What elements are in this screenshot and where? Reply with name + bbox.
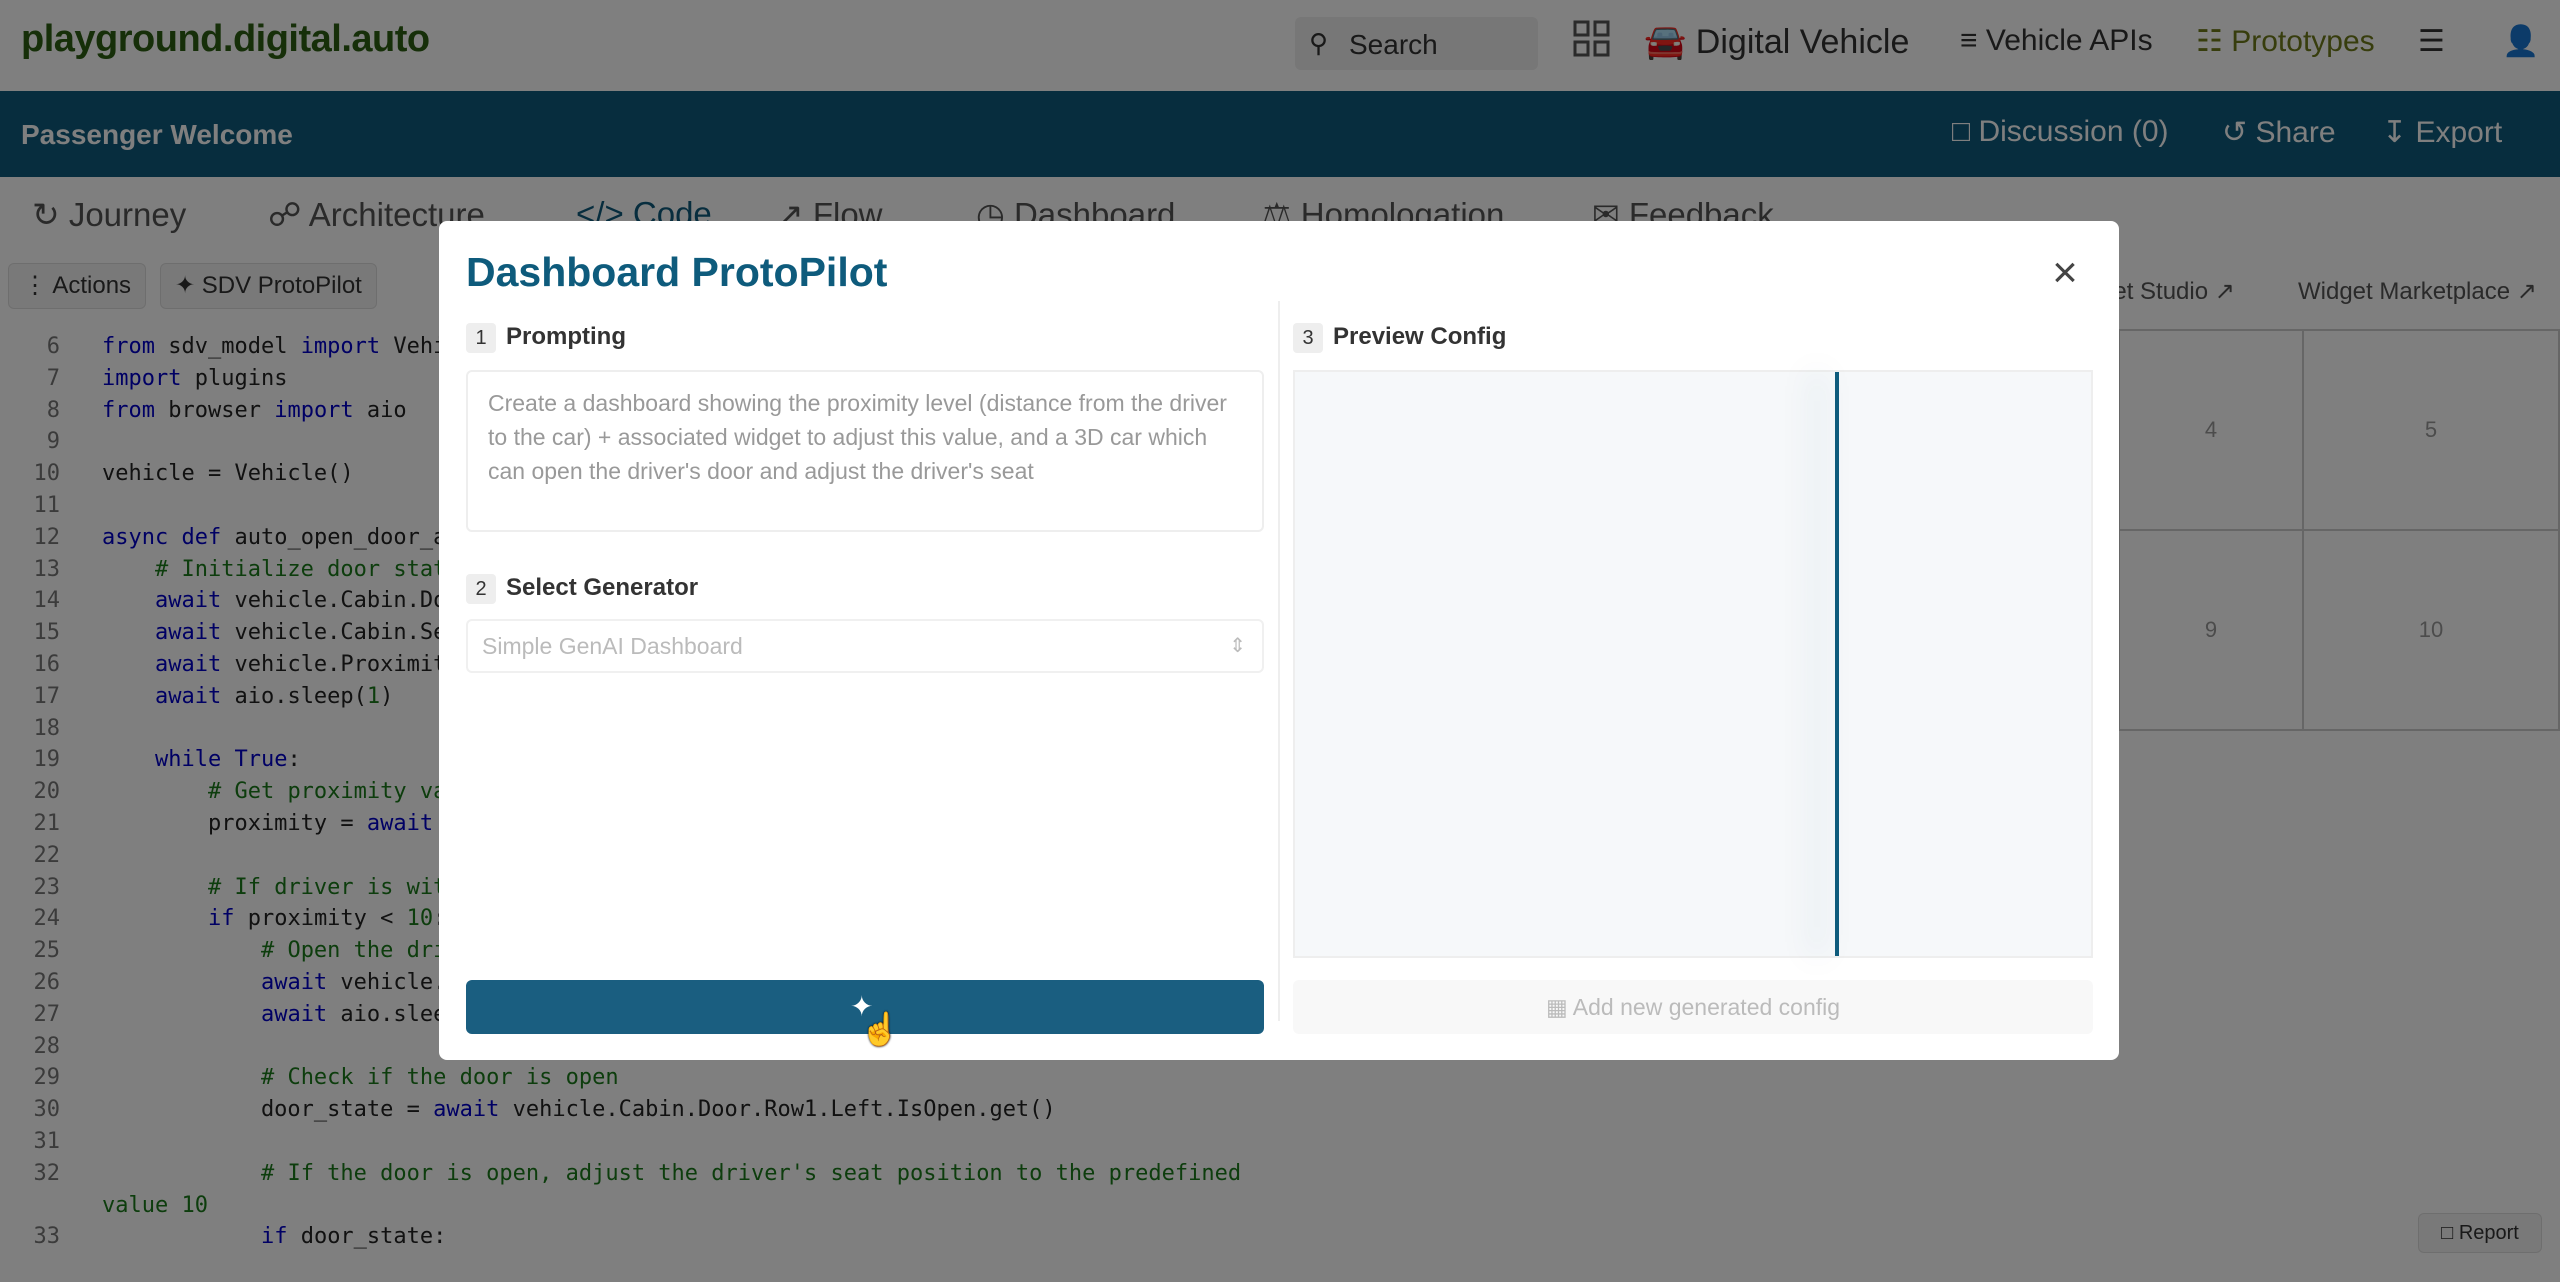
step-prompting-label: Prompting bbox=[506, 323, 626, 350]
add-widget-icon: ▦ bbox=[1545, 994, 1568, 1020]
step-preview-config: 3 Preview Config bbox=[1293, 323, 1506, 353]
column-divider bbox=[1278, 301, 1280, 1021]
step-number: 2 bbox=[466, 574, 496, 604]
pointer-cursor-icon: ☝ bbox=[860, 1011, 900, 1047]
prompt-textarea[interactable]: Create a dashboard showing the proximity… bbox=[466, 370, 1264, 532]
preview-config-area bbox=[1293, 370, 2093, 958]
close-icon[interactable]: × bbox=[2043, 251, 2087, 295]
step-preview-config-label: Preview Config bbox=[1333, 323, 1507, 350]
dialog-title: Dashboard ProtoPilot bbox=[466, 249, 888, 295]
step-prompting: 1 Prompting bbox=[466, 323, 626, 353]
step-number: 3 bbox=[1293, 323, 1323, 353]
add-config-label: Add new generated config bbox=[1572, 994, 1841, 1020]
protopilot-dialog: Dashboard ProtoPilot × 1 Prompting Create… bbox=[439, 221, 2119, 1060]
generator-select[interactable]: Simple GenAI Dashboard ⇕ bbox=[466, 619, 1264, 673]
step-select-generator: 2 Select Generator bbox=[466, 574, 698, 604]
generator-select-value: Simple GenAI Dashboard bbox=[482, 633, 743, 659]
loading-indicator bbox=[1835, 372, 1839, 956]
step-select-generator-label: Select Generator bbox=[506, 574, 699, 601]
chevron-updown-icon: ⇕ bbox=[1229, 635, 1246, 657]
add-generated-config-button[interactable]: ▦ Add new generated config bbox=[1293, 980, 2093, 1034]
step-number: 1 bbox=[466, 323, 496, 353]
